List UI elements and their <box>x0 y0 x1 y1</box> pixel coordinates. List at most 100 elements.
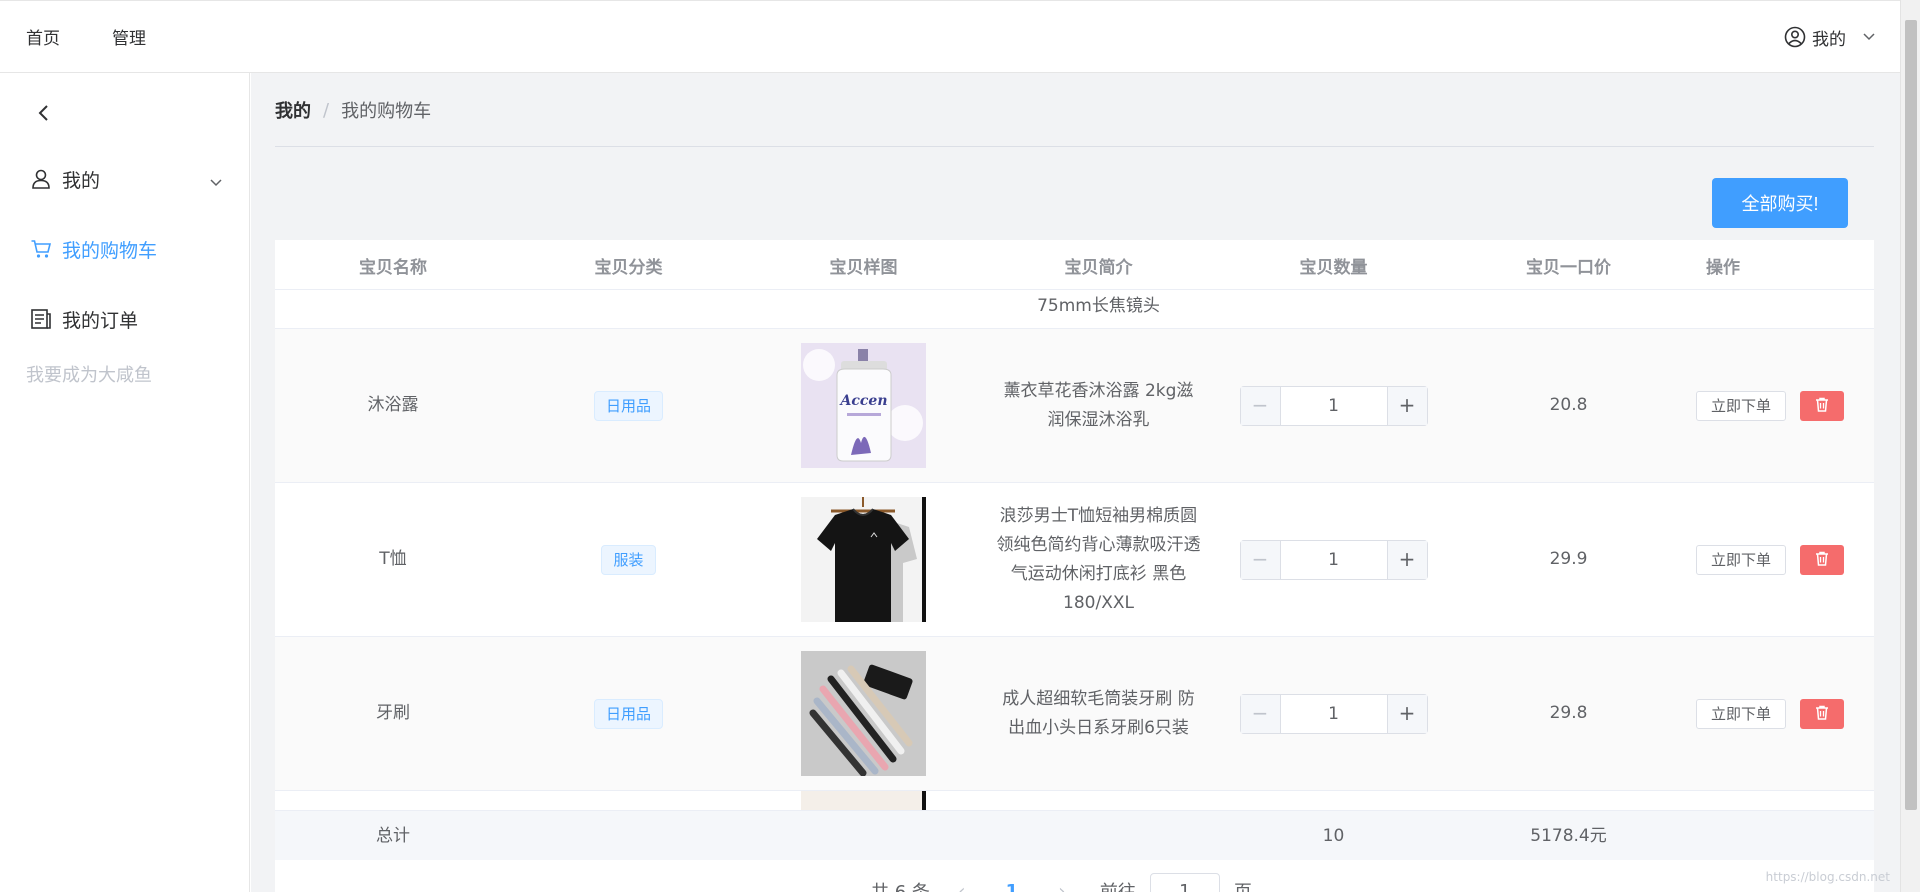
order-list-icon <box>30 308 52 330</box>
sidebar-muted-text: 我要成为大咸鱼 <box>26 365 152 386</box>
product-image-partial <box>801 791 926 810</box>
order-now-button[interactable]: 立即下单 <box>1696 390 1786 421</box>
chevron-left-icon: ‹ <box>958 880 966 892</box>
table-body: 75mm长焦镜头 沐浴露 日用品 Accen 薰衣草花香沐浴露 2kg滋润保湿沐… <box>275 290 1874 810</box>
goto-label: 前往 <box>1100 878 1136 892</box>
main-content: 我的 / 我的购物车 全部购买! 宝贝名称 宝贝分类 宝贝样图 宝贝简介 宝贝数… <box>251 73 1900 892</box>
table-row-partial <box>275 791 1874 810</box>
pagination: 共 6 条 ‹ 1 › 前往 页 <box>871 873 1252 892</box>
increase-quantity-button[interactable]: + <box>1386 694 1427 733</box>
top-nav: 首页 管理 <box>0 1 172 72</box>
product-name: T恤 <box>379 549 407 569</box>
sidebar-item-label: 我的 <box>62 169 101 192</box>
category-tag: 日用品 <box>593 698 663 729</box>
order-now-button[interactable]: 立即下单 <box>1696 698 1786 729</box>
plus-icon: + <box>1398 701 1416 725</box>
column-header-description: 宝贝简介 <box>1064 257 1133 278</box>
minus-icon: − <box>1251 701 1269 725</box>
decrease-quantity-button[interactable]: − <box>1240 694 1281 733</box>
column-header-price: 宝贝一口价 <box>1526 257 1611 278</box>
user-icon <box>30 168 52 190</box>
product-description: 薰衣草花香沐浴露 2kg滋润保湿沐浴乳 <box>1003 380 1194 430</box>
divider <box>275 146 1874 147</box>
quantity-stepper[interactable]: − + <box>1239 693 1428 734</box>
minus-icon: − <box>1251 547 1269 571</box>
total-price: 5178.4元 <box>1530 825 1607 846</box>
quantity-stepper[interactable]: − + <box>1239 385 1428 426</box>
shower-gel-bottle-image: Accen <box>801 343 926 468</box>
column-header-image: 宝贝样图 <box>829 257 898 278</box>
cart-table: 宝贝名称 宝贝分类 宝贝样图 宝贝简介 宝贝数量 宝贝一口价 操作 75mm长焦… <box>275 240 1874 892</box>
shopping-cart-icon <box>30 238 52 260</box>
goto-page-input[interactable] <box>1149 873 1220 892</box>
trash-icon <box>1815 551 1829 569</box>
chevron-down-icon <box>209 171 223 193</box>
breadcrumb: 我的 / 我的购物车 <box>275 97 431 123</box>
product-description: 75mm长焦镜头 <box>1037 296 1160 316</box>
table-header: 宝贝名称 宝贝分类 宝贝样图 宝贝简介 宝贝数量 宝贝一口价 操作 <box>275 240 1874 290</box>
nav-admin[interactable]: 管理 <box>86 24 172 49</box>
table-row-partial: 75mm长焦镜头 <box>275 290 1874 329</box>
chevron-left-icon <box>32 105 56 130</box>
nav-home[interactable]: 首页 <box>0 24 86 49</box>
product-description: 成人超细软毛筒装牙刷 防出血小头日系牙刷6只装 <box>1002 688 1195 738</box>
category-tag: 日用品 <box>593 390 663 421</box>
product-name: 沐浴露 <box>367 395 419 415</box>
page-number[interactable]: 1 <box>993 873 1030 892</box>
prev-page-button[interactable]: ‹ <box>943 873 980 892</box>
next-page-button[interactable]: › <box>1043 873 1080 892</box>
category-tag: 服装 <box>601 544 656 575</box>
total-quantity: 10 <box>1322 825 1345 846</box>
sidebar-item-mine[interactable]: 我的 <box>0 151 249 207</box>
buy-all-button[interactable]: 全部购买! <box>1712 178 1848 228</box>
product-price: 29.8 <box>1549 703 1588 723</box>
user-menu-label: 我的 <box>1812 29 1846 50</box>
breadcrumb-separator: / <box>323 99 330 121</box>
sidebar-item-cart[interactable]: 我的购物车 <box>0 221 249 277</box>
column-header-name: 宝贝名称 <box>359 257 427 278</box>
page-suffix: 页 <box>1234 878 1252 892</box>
quantity-input[interactable] <box>1280 386 1387 425</box>
order-now-button[interactable]: 立即下单 <box>1696 544 1786 575</box>
quantity-input[interactable] <box>1280 540 1387 579</box>
column-header-category: 宝贝分类 <box>594 257 663 278</box>
delete-button[interactable] <box>1800 698 1844 729</box>
toothbrush-set-image <box>801 651 926 776</box>
breadcrumb-current: 我的购物车 <box>341 101 432 122</box>
chevron-right-icon: › <box>1058 880 1066 892</box>
increase-quantity-button[interactable]: + <box>1386 540 1427 579</box>
column-header-quantity: 宝贝数量 <box>1299 257 1368 278</box>
sidebar-item-label: 我的购物车 <box>62 239 158 262</box>
user-menu[interactable]: 我的 <box>1784 1 1876 73</box>
sidebar: 我的 我的购物车 我的订单 我要成为大咸鱼 <box>0 73 250 892</box>
table-row: 沐浴露 日用品 Accen 薰衣草花香沐浴露 2kg滋润保湿沐浴乳 − 1 + … <box>275 329 1874 483</box>
collapse-sidebar-button[interactable] <box>32 101 56 125</box>
chevron-down-icon <box>1862 32 1876 42</box>
black-tshirt-image <box>801 497 926 622</box>
sidebar-item-orders[interactable]: 我的订单 <box>0 291 249 347</box>
svg-text:Accen: Accen <box>839 393 888 409</box>
minus-icon: − <box>1251 393 1269 417</box>
trash-icon <box>1815 705 1829 723</box>
plus-icon: + <box>1398 547 1416 571</box>
breadcrumb-parent[interactable]: 我的 <box>275 97 311 123</box>
delete-button[interactable] <box>1800 544 1844 575</box>
vertical-scrollbar[interactable] <box>1900 0 1920 892</box>
column-header-actions: 操作 <box>1706 257 1740 278</box>
product-price: 20.8 <box>1549 395 1588 415</box>
delete-button[interactable] <box>1800 390 1844 421</box>
scrollbar-thumb[interactable] <box>1905 20 1917 810</box>
table-footer-summary: 总计 10 5178.4元 <box>275 810 1874 860</box>
product-name: 牙刷 <box>376 703 410 723</box>
pagination-total: 共 6 条 <box>871 878 930 892</box>
quantity-stepper[interactable]: − + <box>1239 539 1428 580</box>
product-price: 29.9 <box>1549 549 1588 569</box>
decrease-quantity-button[interactable]: − <box>1240 540 1281 579</box>
table-row: T恤 服装 浪莎男士T恤短袖男棉质圆领纯色简约背心薄款吸汗透气运动休闲打底衫 黑 <box>275 483 1874 637</box>
decrease-quantity-button[interactable]: − <box>1240 386 1281 425</box>
quantity-input[interactable] <box>1280 694 1387 733</box>
product-description: 浪莎男士T恤短袖男棉质圆领纯色简约背心薄款吸汗透气运动休闲打底衫 黑色 180/… <box>996 505 1201 613</box>
trash-icon <box>1815 397 1829 415</box>
increase-quantity-button[interactable]: + <box>1386 386 1427 425</box>
plus-icon: + <box>1398 393 1416 417</box>
